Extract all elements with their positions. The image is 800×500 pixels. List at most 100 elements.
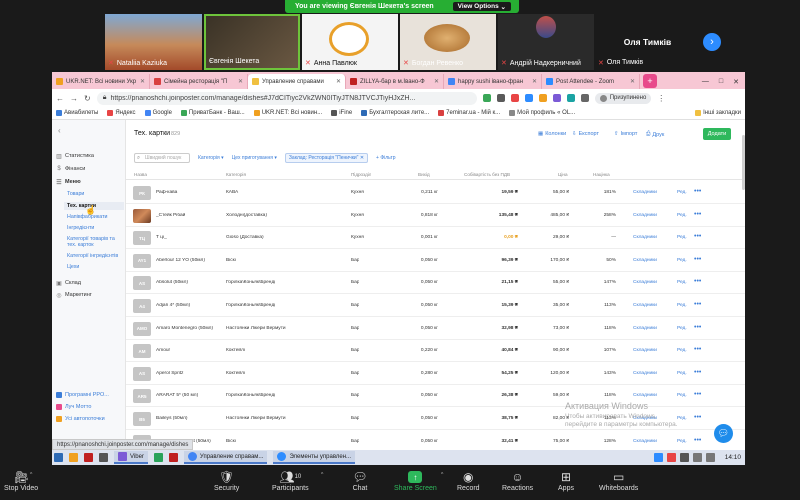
close-window-icon[interactable]: ✕: [733, 78, 739, 86]
sidebar-subitem-ingredients[interactable]: Інгредієнти: [67, 225, 94, 231]
tray-icon[interactable]: [653, 453, 663, 462]
dish-name[interactable]: Amour: [156, 348, 236, 353]
sidebar-footer-auto[interactable]: Усі автопоточки: [56, 416, 105, 422]
add-filter-button[interactable]: + Фільтр: [376, 155, 395, 161]
filter-workshop[interactable]: Цех приготування ▾: [232, 155, 277, 161]
close-icon[interactable]: ✕: [630, 78, 635, 85]
share-screen-button[interactable]: ↑ Share Screen: [394, 469, 437, 492]
more-actions-icon[interactable]: •••: [694, 369, 701, 376]
table-row[interactable]: AS Absolut (50мл) Горілка\Коньяк\Бренді Бар…: [126, 272, 745, 295]
bookmark-item[interactable]: ПриватБанк - Ваш...: [180, 110, 245, 116]
taskbar-app-viber[interactable]: Viber: [114, 451, 148, 464]
bookmark-item[interactable]: Бухгалтерская лите...: [361, 110, 429, 116]
stop-video-button[interactable]: 🎥︎ Stop Video: [4, 469, 38, 492]
column-header-output[interactable]: Вихід: [418, 172, 430, 177]
more-actions-icon[interactable]: •••: [694, 301, 701, 308]
edit-link[interactable]: Ред.: [677, 348, 687, 353]
filter-category[interactable]: Категорія ▾: [198, 155, 224, 161]
composition-link[interactable]: Складники: [633, 258, 657, 263]
profile-button[interactable]: Призупинено: [594, 92, 652, 104]
file-explorer-icon[interactable]: [69, 453, 78, 462]
sidebar-item-marketing[interactable]: ◎ Маркетинг: [56, 292, 91, 299]
column-header-category[interactable]: Категорія: [226, 172, 246, 177]
table-row[interactable]: РК Раф-кава КАВА Кухня 0,211 кг 19,59 ₴ 55,00 …: [126, 182, 745, 204]
sidebar-footer-rro[interactable]: Програмні РРО...: [56, 392, 109, 398]
more-actions-icon[interactable]: •••: [694, 188, 701, 195]
dish-name[interactable]: Adjari 4* (50мл): [156, 303, 236, 308]
bookmark-item[interactable]: Мой профиль « OL...: [509, 110, 575, 116]
new-tab-plus-icon[interactable]: +: [643, 74, 657, 88]
edit-link[interactable]: Ред.: [677, 213, 687, 218]
extension-icon[interactable]: [538, 94, 547, 102]
bookmark-item[interactable]: iFine: [331, 110, 352, 116]
edit-link[interactable]: Ред.: [677, 190, 687, 195]
close-icon[interactable]: ✕: [238, 78, 243, 85]
reload-icon[interactable]: ↻: [84, 94, 91, 103]
extension-icon[interactable]: [552, 94, 561, 102]
table-row[interactable]: A4 Adjari 4* (50мл) Горілка\Коньяк\Бренді Б…: [126, 295, 745, 317]
taskbar-app-controls[interactable]: Элементы управлен...: [273, 451, 356, 464]
close-icon[interactable]: ✕: [336, 78, 341, 85]
dish-name[interactable]: Baileys (50мл): [156, 416, 236, 421]
edit-link[interactable]: Ред.: [677, 326, 687, 331]
print-button[interactable]: ⎙ Друк: [646, 131, 664, 138]
bookmark-item[interactable]: UKR.NET: Всі новин...: [253, 110, 322, 116]
minimize-icon[interactable]: —: [702, 78, 709, 85]
bookmark-item[interactable]: Google: [144, 110, 172, 116]
view-options-button[interactable]: View Options ⌄: [452, 2, 511, 11]
composition-link[interactable]: Складники: [633, 371, 657, 376]
edit-link[interactable]: Ред.: [677, 258, 687, 263]
table-row[interactable]: ТЦ Т ці_ Gioso (Доставка) Кухня 0,001 кг 0,00…: [126, 227, 745, 250]
sidebar-subitem-ingredient-categories[interactable]: Категорії інгредієнтів: [67, 253, 118, 259]
composition-link[interactable]: Складники: [633, 213, 657, 218]
column-header-warehouse[interactable]: Підрозділ: [351, 172, 371, 177]
edit-link[interactable]: Ред.: [677, 439, 687, 444]
column-header-cost[interactable]: Собівартість без ПДВ: [464, 172, 510, 177]
add-button[interactable]: Додати: [703, 128, 731, 140]
browser-tab[interactable]: Post Attendee - Zoom ✕: [542, 74, 640, 89]
dish-name[interactable]: Aberlour 12 YO (50мл): [156, 258, 236, 263]
apps-button[interactable]: ⊞ Apps: [556, 469, 576, 492]
table-row[interactable]: AY1 Aberlour 12 YO (50мл) Віскі Бар 0,050 кг…: [126, 250, 745, 272]
chevron-left-icon[interactable]: ‹: [58, 126, 61, 135]
table-row[interactable]: AMO Amaro Montenegro (50мл) Настоянки Ліке…: [126, 318, 745, 340]
next-page-arrow-icon[interactable]: ›: [703, 33, 721, 51]
extension-icon[interactable]: [566, 94, 575, 102]
import-button[interactable]: ⇧ Імпорт: [614, 131, 637, 137]
windows-start-icon[interactable]: [54, 453, 63, 462]
browser-tab[interactable]: UKR.NET: Всі новини Укр ✕: [52, 74, 150, 89]
extension-icon[interactable]: [524, 94, 533, 102]
wifi-icon[interactable]: [692, 453, 702, 462]
app-icon[interactable]: [84, 453, 93, 462]
columns-button[interactable]: ▦ Колонки: [538, 131, 566, 137]
participant-tile[interactable]: ✕ Андрій Надкерничний: [498, 14, 594, 70]
composition-link[interactable]: Складники: [633, 235, 657, 240]
table-row[interactable]: AS Aperol Spritz Коктейлі Бар 0,280 кг 54,25 …: [126, 363, 745, 385]
extension-icon[interactable]: [496, 94, 505, 102]
participant-tile-active-speaker[interactable]: Євгенія Шекета: [204, 14, 300, 70]
dish-name[interactable]: Aperol Spritz: [156, 371, 236, 376]
table-row[interactable]: AR5 ARARAT 5* (50 мл) Горілка\Коньяк\Бренд…: [126, 385, 745, 408]
excel-icon[interactable]: [153, 453, 163, 462]
sidebar-item-menu[interactable]: ☰ Меню: [56, 179, 80, 186]
sidebar-footer-motto[interactable]: Луч Мотто: [56, 404, 91, 410]
column-header-name[interactable]: Назва: [134, 172, 147, 177]
dish-name[interactable]: _Стейк Рібай: [156, 213, 236, 218]
more-actions-icon[interactable]: •••: [694, 233, 701, 240]
more-actions-icon[interactable]: •••: [694, 256, 701, 263]
tray-icon[interactable]: [666, 453, 676, 462]
sidebar-item-finance[interactable]: $ Фінанси: [56, 166, 85, 172]
column-header-markup[interactable]: Націнка: [593, 172, 610, 177]
kebab-menu-icon[interactable]: ⋮: [657, 94, 665, 103]
sidebar-subitem-products[interactable]: Товари: [67, 191, 84, 197]
composition-link[interactable]: Складники: [633, 303, 657, 308]
dish-name[interactable]: ARARAT 5* (50 мл): [156, 393, 236, 398]
forward-arrow-icon[interactable]: →: [70, 94, 78, 103]
chat-button[interactable]: 💬︎ Chat: [350, 469, 370, 492]
back-arrow-icon[interactable]: ←: [56, 94, 64, 103]
chat-support-icon[interactable]: 💬︎: [714, 424, 733, 443]
browser-tab[interactable]: happy sushi івано-фран ✕: [444, 74, 542, 89]
url-input[interactable]: 🔒︎ https://pnanoshchi.joinposter.com/mana…: [96, 91, 477, 105]
pdf-icon[interactable]: [168, 453, 178, 462]
bookmark-item[interactable]: Яндекс: [107, 110, 136, 116]
